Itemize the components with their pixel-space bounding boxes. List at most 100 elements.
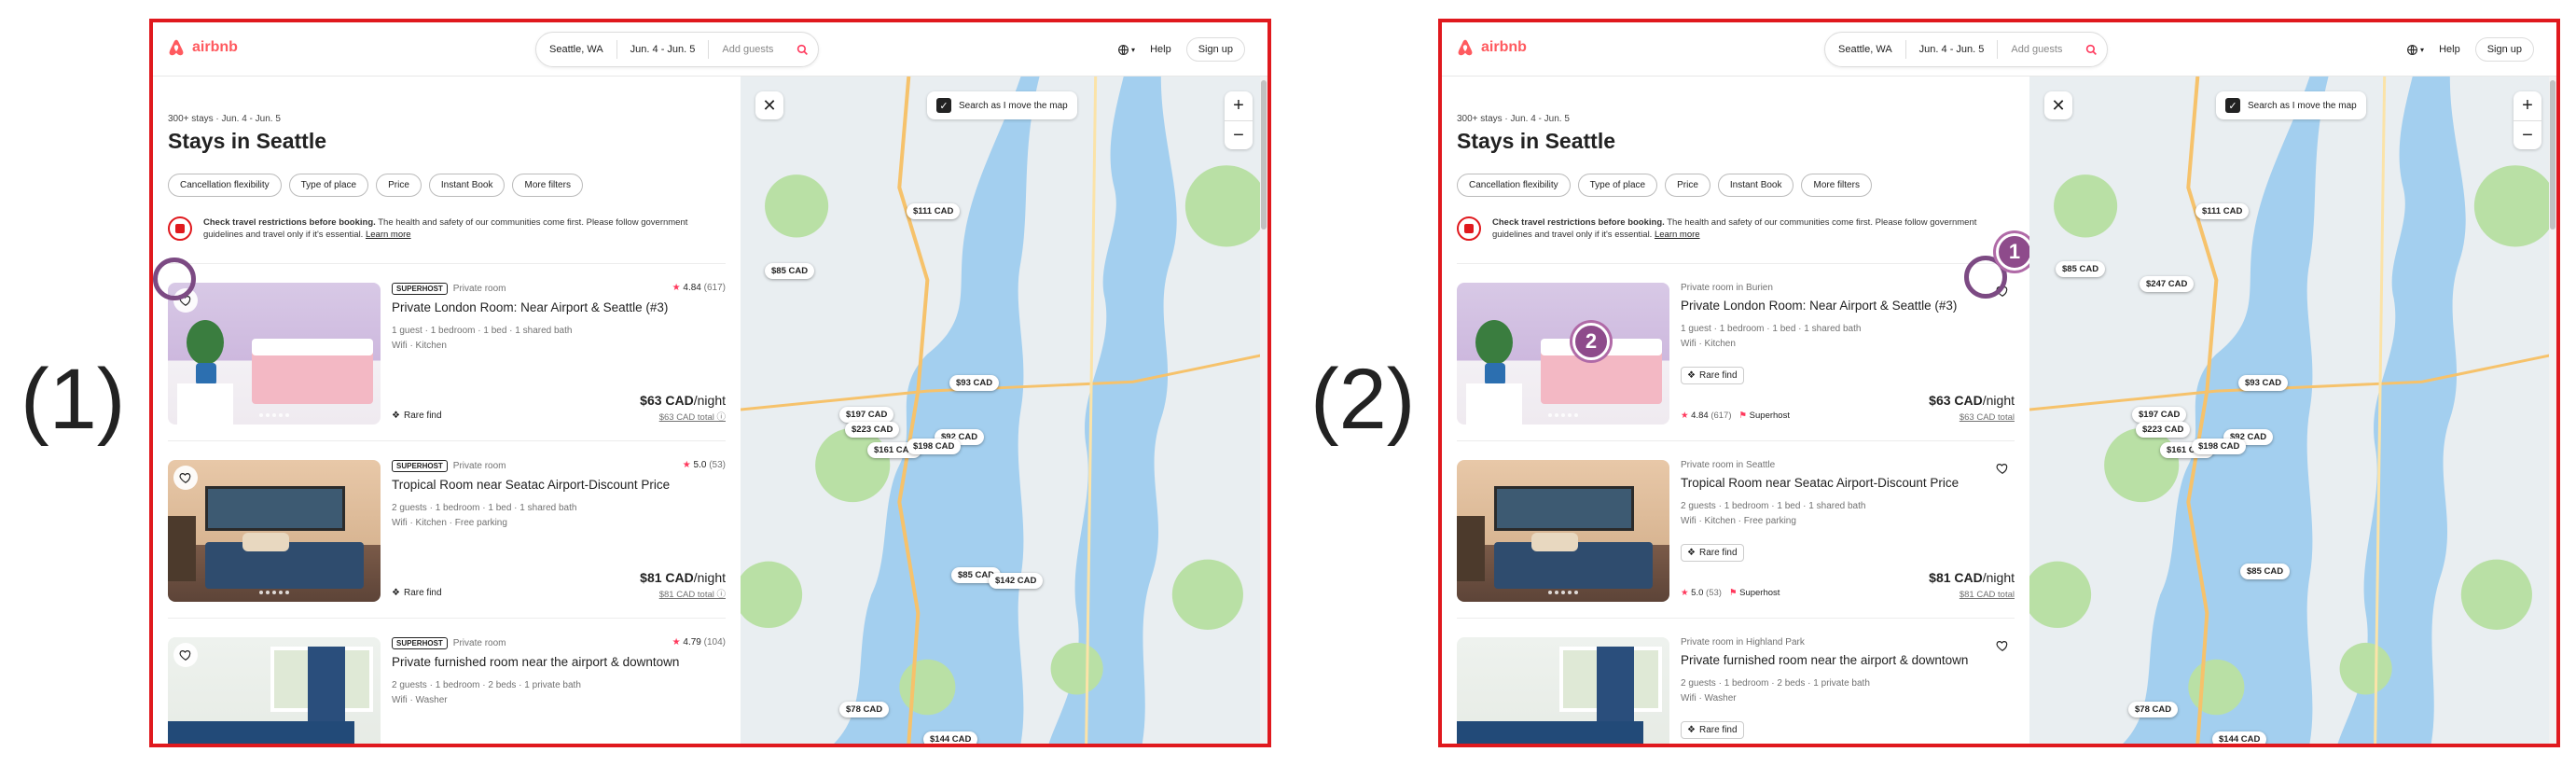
- search-icon[interactable]: [786, 34, 818, 65]
- listing-card[interactable]: Private room in Burien Private London Ro…: [1457, 263, 2015, 426]
- filter-pill[interactable]: Price: [376, 174, 422, 197]
- price-pin[interactable]: $111 CAD: [907, 203, 961, 219]
- price-pin[interactable]: $93 CAD: [949, 375, 1000, 391]
- filter-pill[interactable]: Cancellation flexibility: [1457, 174, 1571, 197]
- listing-photo[interactable]: [168, 460, 381, 602]
- zoom-out-button[interactable]: −: [2514, 121, 2541, 150]
- signup-button[interactable]: Sign up: [2474, 37, 2534, 62]
- listing-card[interactable]: Private room in Seattle Tropical Room ne…: [1457, 440, 2015, 604]
- filter-pill[interactable]: Type of place: [288, 174, 369, 197]
- search-as-move-toggle[interactable]: ✓ Search as I move the map: [2216, 91, 2366, 119]
- close-map-button[interactable]: ✕: [2044, 91, 2072, 119]
- zoom-in-button[interactable]: +: [2514, 91, 2541, 120]
- scrollbar-thumb[interactable]: [2550, 80, 2555, 230]
- language-button[interactable]: ▾: [2406, 44, 2424, 56]
- learn-more-link[interactable]: Learn more: [1655, 230, 1700, 240]
- price-pin[interactable]: $247 CAD: [2140, 276, 2195, 292]
- price-pin[interactable]: $93 CAD: [2238, 375, 2289, 391]
- listing-card[interactable]: Private room in Highland Park Private fu…: [1457, 618, 2015, 744]
- search-bar[interactable]: Seattle, WA Jun. 4 - Jun. 5 Add guests: [1824, 32, 2109, 67]
- room-type: Private room in Seattle: [1681, 460, 1776, 470]
- listing-title[interactable]: Tropical Room near Seatac Airport-Discou…: [392, 478, 726, 492]
- search-as-move-label: Search as I move the map: [959, 100, 1068, 111]
- search-as-move-label: Search as I move the map: [2248, 100, 2357, 111]
- price-pin[interactable]: $144 CAD: [2212, 731, 2267, 744]
- header: airbnb Seattle, WA Jun. 4 - Jun. 5 Add g…: [153, 22, 1267, 77]
- diamond-icon: ❖: [1687, 370, 1696, 381]
- filter-pill[interactable]: Cancellation flexibility: [168, 174, 282, 197]
- airbnb-logo[interactable]: airbnb: [1455, 37, 1527, 58]
- rare-find-tag: ❖ Rare find: [1681, 721, 1744, 739]
- total-price[interactable]: $81 CAD total: [1960, 590, 2015, 600]
- listing-photo[interactable]: [1457, 460, 1669, 602]
- filter-pill[interactable]: Instant Book: [428, 174, 506, 197]
- total-price[interactable]: $81 CAD total ⓘ: [659, 587, 726, 600]
- filter-pill[interactable]: Type of place: [1577, 174, 1658, 197]
- listing-title[interactable]: Tropical Room near Seatac Airport-Discou…: [1681, 476, 2015, 490]
- help-link[interactable]: Help: [1150, 44, 1171, 55]
- price-pin[interactable]: $197 CAD: [2132, 407, 2187, 423]
- listing-title[interactable]: Private furnished room near the airport …: [392, 655, 726, 669]
- help-link[interactable]: Help: [2439, 44, 2460, 55]
- results-panel: 300+ stays · Jun. 4 - Jun. 5 Stays in Se…: [153, 77, 741, 744]
- listing-card[interactable]: SUPERHOST Private room ★ 5.0 (53) Tropica…: [168, 440, 726, 604]
- filter-pill[interactable]: More filters: [512, 174, 583, 197]
- listing-card[interactable]: SUPERHOST Private room ★ 4.79 (104) Priva…: [168, 618, 726, 744]
- highlight-ring: [153, 258, 196, 300]
- price-pin[interactable]: $197 CAD: [839, 407, 894, 423]
- price-pin[interactable]: $223 CAD: [2136, 422, 2191, 438]
- listing-photo[interactable]: [168, 283, 381, 425]
- listing-photo[interactable]: [1457, 283, 1669, 425]
- listing-title[interactable]: Private London Room: Near Airport & Seat…: [1681, 299, 2015, 313]
- dates-field[interactable]: Jun. 4 - Jun. 5: [617, 40, 710, 59]
- language-button[interactable]: ▾: [1117, 44, 1135, 56]
- zoom-out-button[interactable]: −: [1225, 121, 1253, 150]
- step-badge: 1: [1996, 233, 2029, 271]
- price-pin[interactable]: $198 CAD: [907, 439, 962, 454]
- listing-photo[interactable]: [1457, 637, 1669, 744]
- filter-pill[interactable]: More filters: [1801, 174, 1872, 197]
- heart-icon[interactable]: [173, 643, 198, 667]
- search-bar[interactable]: Seattle, WA Jun. 4 - Jun. 5 Add guests: [535, 32, 820, 67]
- map[interactable]: ✕ ✓ Search as I move the map + − $111 CAD $85 …: [741, 77, 1267, 744]
- price-pin[interactable]: $85 CAD: [2056, 261, 2106, 277]
- search-as-move-toggle[interactable]: ✓ Search as I move the map: [927, 91, 1077, 119]
- location-field[interactable]: Seattle, WA: [536, 40, 617, 59]
- listing-details: 2 guests · 1 bedroom · 2 beds · 1 privat…: [1681, 678, 1870, 689]
- price-pin[interactable]: $85 CAD: [2240, 564, 2291, 579]
- map[interactable]: ✕ ✓ Search as I move the map + − $111 CAD $85 …: [2029, 77, 2556, 744]
- learn-more-link[interactable]: Learn more: [366, 230, 411, 240]
- search-icon[interactable]: [2075, 34, 2107, 65]
- star-icon: ★: [682, 460, 691, 470]
- listing-title[interactable]: Private furnished room near the airport …: [1681, 653, 2015, 667]
- scrollbar-thumb[interactable]: [1261, 80, 1267, 230]
- price-pin[interactable]: $78 CAD: [839, 702, 890, 717]
- zoom-in-button[interactable]: +: [1225, 91, 1253, 120]
- guests-field[interactable]: Add guests: [709, 40, 786, 59]
- price-pin[interactable]: $223 CAD: [845, 422, 900, 438]
- signup-button[interactable]: Sign up: [1185, 37, 1245, 62]
- total-price[interactable]: $63 CAD total: [1960, 412, 2015, 423]
- listing-title[interactable]: Private London Room: Near Airport & Seat…: [392, 300, 726, 314]
- heart-icon[interactable]: [1990, 634, 2015, 658]
- price-pin[interactable]: $144 CAD: [923, 731, 978, 744]
- airbnb-logo[interactable]: airbnb: [166, 37, 238, 58]
- panel-label-2: (2): [1310, 352, 1416, 447]
- total-price[interactable]: $63 CAD total ⓘ: [659, 410, 726, 423]
- guests-field[interactable]: Add guests: [1998, 40, 2075, 59]
- price-pin[interactable]: $85 CAD: [765, 263, 815, 279]
- filter-pill[interactable]: Instant Book: [1717, 174, 1794, 197]
- price-pin[interactable]: $111 CAD: [2195, 203, 2250, 219]
- location-field[interactable]: Seattle, WA: [1825, 40, 1906, 59]
- listing-photo[interactable]: [168, 637, 381, 744]
- heart-icon[interactable]: [173, 466, 198, 490]
- price-pin[interactable]: $198 CAD: [2192, 439, 2247, 454]
- price-pin[interactable]: $142 CAD: [989, 573, 1044, 589]
- zoom-control: + −: [1225, 91, 1253, 149]
- dates-field[interactable]: Jun. 4 - Jun. 5: [1906, 40, 1999, 59]
- close-map-button[interactable]: ✕: [755, 91, 783, 119]
- price-pin[interactable]: $78 CAD: [2128, 702, 2179, 717]
- listing-card[interactable]: SUPERHOST Private room ★ 4.84 (617) Priva…: [168, 263, 726, 426]
- filter-pill[interactable]: Price: [1665, 174, 1710, 197]
- heart-icon[interactable]: [1990, 456, 2015, 480]
